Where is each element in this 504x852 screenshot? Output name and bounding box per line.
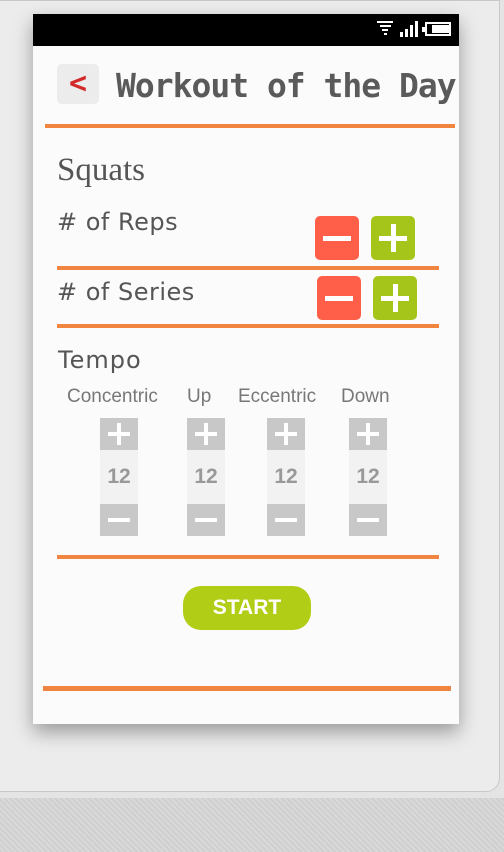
- status-icons: [377, 21, 451, 37]
- tempo-down-stepper: 12: [349, 418, 387, 536]
- concentric-decrement-button[interactable]: [100, 504, 138, 536]
- phone-screen: < Workout of the Day Squats # of Reps # …: [33, 14, 459, 724]
- wifi-icon: [377, 21, 393, 37]
- signal-icon: [400, 21, 418, 37]
- tempo-eccentric-stepper: 12: [267, 418, 305, 536]
- header-divider: [45, 124, 455, 128]
- reps-decrement-button[interactable]: [315, 216, 359, 260]
- footer-divider: [43, 686, 451, 691]
- tempo-up-stepper: 12: [187, 418, 225, 536]
- tempo-eccentric-label: Eccentric: [238, 386, 317, 407]
- page-title: Workout of the Day: [116, 66, 457, 105]
- minus-icon: [325, 295, 353, 301]
- down-increment-button[interactable]: [349, 418, 387, 450]
- reps-increment-button[interactable]: [371, 216, 415, 260]
- start-button[interactable]: START: [183, 586, 311, 630]
- series-increment-button[interactable]: [373, 276, 417, 320]
- concentric-value: 12: [100, 450, 138, 504]
- series-divider: [57, 324, 439, 328]
- down-decrement-button[interactable]: [349, 504, 387, 536]
- background-floor: [0, 798, 504, 852]
- tempo-up-label: Up: [187, 386, 212, 407]
- minus-icon: [195, 518, 217, 522]
- tempo-divider: [57, 555, 439, 559]
- minus-icon: [357, 518, 379, 522]
- reps-divider: [57, 266, 439, 270]
- eccentric-value: 12: [267, 450, 305, 504]
- status-bar: [33, 14, 459, 46]
- reps-label: # of Reps: [57, 208, 179, 236]
- down-value: 12: [349, 450, 387, 504]
- eccentric-decrement-button[interactable]: [267, 504, 305, 536]
- up-value: 12: [187, 450, 225, 504]
- minus-icon: [275, 518, 297, 522]
- battery-icon: [422, 22, 451, 36]
- up-increment-button[interactable]: [187, 418, 225, 450]
- tempo-label: Tempo: [58, 346, 142, 374]
- exercise-name: Squats: [57, 152, 146, 188]
- series-decrement-button[interactable]: [317, 276, 361, 320]
- up-decrement-button[interactable]: [187, 504, 225, 536]
- eccentric-increment-button[interactable]: [267, 418, 305, 450]
- minus-icon: [323, 235, 351, 241]
- tempo-concentric-label: Concentric: [67, 386, 158, 407]
- series-label: # of Series: [57, 278, 195, 306]
- back-button[interactable]: <: [57, 64, 99, 104]
- tempo-down-label: Down: [341, 386, 390, 407]
- concentric-increment-button[interactable]: [100, 418, 138, 450]
- tempo-concentric-stepper: 12: [100, 418, 138, 536]
- minus-icon: [108, 518, 130, 522]
